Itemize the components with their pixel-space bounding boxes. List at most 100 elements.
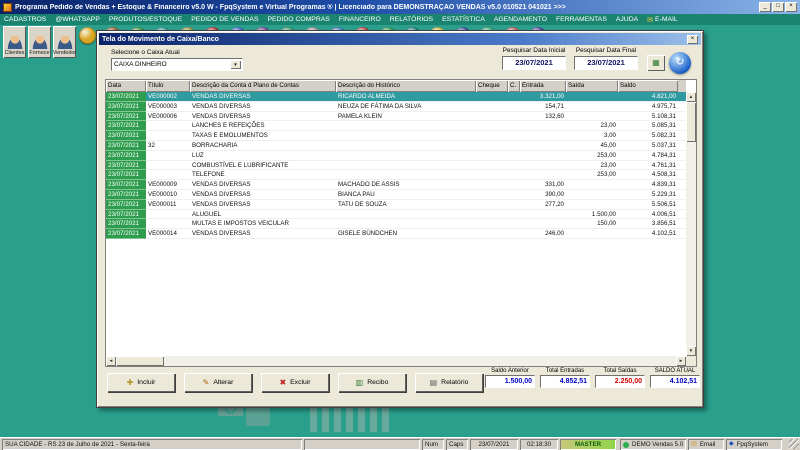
menu-item[interactable]: AGENDAMENTO	[494, 16, 547, 23]
statusbar: SUA CIDADE - RS 23 de Julho de 2021 - Se…	[0, 437, 800, 450]
menu-item[interactable]: PEDIDO COMPRAS	[268, 16, 330, 23]
dialog-titlebar[interactable]: Tela do Movimento de Caixa/Banco ×	[99, 33, 701, 45]
table-row[interactable]: 23/07/2021 VE000010 VENDAS DIVERSAS BIAN…	[106, 189, 686, 200]
cell-entrada	[520, 161, 566, 171]
column-header[interactable]: Descrição do Histórico	[336, 80, 476, 92]
cell-cheque	[476, 102, 508, 112]
incluir-button[interactable]: ✚ Incluir	[107, 373, 175, 392]
cell-saldo: 4.006,51	[651, 210, 676, 218]
cell-titulo: 32	[148, 141, 155, 149]
cell-saida	[566, 190, 618, 200]
resize-grip[interactable]	[789, 439, 799, 449]
table-row[interactable]: 23/07/2021 COMBUSTÍVEL E LUBRIFICANTE 23…	[106, 160, 686, 171]
cell-conta: VENDAS DIVERSAS	[192, 93, 251, 100]
column-header[interactable]: Entrada	[520, 80, 566, 92]
menubar: CADASTROS @WHATSAPP PRODUTOS/ESTOQUE PEDIDO…	[0, 14, 800, 25]
window-titlebar[interactable]: Programa Pedido de Vendas + Estoque & Fi…	[0, 0, 800, 14]
toolbar-icon[interactable]	[79, 27, 96, 44]
cell-titulo: VE000003	[148, 102, 177, 110]
table-row[interactable]: 23/07/2021 VE000006 VENDAS DIVERSAS PAME…	[106, 111, 686, 122]
cell-conta: VENDAS DIVERSAS	[192, 230, 251, 238]
menu-item[interactable]: ESTATÍSTICA	[442, 16, 485, 23]
summary-value: 1.500,00	[485, 375, 535, 388]
horizontal-scroll-thumb[interactable]	[116, 356, 164, 366]
scroll-right-icon[interactable]: ►	[676, 356, 686, 366]
cell-saldo: 4.102,51	[651, 230, 676, 238]
person-icon	[31, 36, 48, 49]
scroll-up-icon[interactable]: ▲	[686, 92, 696, 102]
menu-item[interactable]: PRODUTOS/ESTOQUE	[109, 16, 182, 23]
recibo-button[interactable]: ▥ Recibo	[338, 373, 406, 392]
table-row[interactable]: 23/07/2021 TELEFONE 253,00 4.508,31	[106, 170, 686, 181]
status-time: 02:18:30	[520, 439, 558, 450]
table-row[interactable]: 23/07/2021 LANCHES E REFEIÇÕES 23,00 5.0…	[106, 121, 686, 132]
cell-saida	[566, 200, 618, 210]
menu-item[interactable]: FERRAMENTAS	[556, 16, 607, 23]
cell-conta: VENDAS DIVERSAS	[192, 181, 251, 189]
status-numlock: Num	[422, 439, 444, 450]
table-row[interactable]: 23/07/2021 ALUGUEL 1.500,00 4.006,51	[106, 209, 686, 220]
date-final-field[interactable]: 23/07/2021	[574, 56, 638, 70]
email-icon: ✉	[647, 16, 654, 24]
cell-cheque	[476, 210, 508, 220]
table-row[interactable]: 23/07/2021 VE000003 VENDAS DIVERSAS NEUZ…	[106, 101, 686, 112]
horizontal-scrollbar[interactable]: ◄ ►	[106, 356, 686, 366]
toolbar-big-button[interactable]: Vendedor	[53, 26, 76, 58]
table-row[interactable]: 23/07/2021 MULTAS E IMPOSTOS VEICULAR 15…	[106, 219, 686, 230]
column-header[interactable]: Título	[146, 80, 190, 92]
vertical-scrollbar[interactable]: ▲ ▼	[686, 92, 696, 356]
maximize-icon[interactable]: □	[772, 2, 784, 12]
column-header[interactable]: Saldo	[618, 80, 678, 92]
close-icon[interactable]: ×	[785, 2, 797, 12]
date-initial-field[interactable]: 23/07/2021	[502, 56, 566, 70]
cell-conta: MULTAS E IMPOSTOS VEICULAR	[192, 220, 289, 228]
menu-item[interactable]: PEDIDO DE VENDAS	[191, 16, 258, 23]
table-row[interactable]: 23/07/2021 VE000002 VENDAS DIVERSAS RICA…	[106, 92, 686, 102]
table-row[interactable]: 23/07/2021 VE000014 VENDAS DIVERSAS GISE…	[106, 229, 686, 239]
window-controls: _ □ ×	[759, 2, 797, 12]
menu-email-label: E-MAIL	[655, 16, 678, 23]
excluir-button[interactable]: ✖ Excluir	[261, 373, 329, 392]
summary-value: 4.852,51	[540, 375, 590, 388]
refresh-button[interactable]: ↻	[669, 52, 691, 74]
cell-entrada: 132,60	[545, 112, 564, 120]
menu-item[interactable]: FINANCEIRO	[339, 16, 381, 23]
cell-historico	[336, 170, 476, 180]
license-icon	[623, 441, 629, 448]
table-body: 23/07/2021 VE000002 VENDAS DIVERSAS RICA…	[106, 92, 686, 356]
menu-item[interactable]: RELATÓRIOS	[390, 16, 433, 23]
menu-item-email[interactable]: ✉ E-MAIL	[647, 16, 678, 24]
cell-saida	[566, 229, 618, 239]
alterar-button[interactable]: ✎ Alterar	[184, 373, 252, 392]
cell-saldo: 5.506,51	[651, 200, 676, 208]
table-row[interactable]: 23/07/2021 TAXAS E EMOLUMENTOS 3,00 5.08…	[106, 131, 686, 141]
column-header[interactable]: Saída	[566, 80, 618, 92]
cell-titulo: VE000011	[148, 200, 177, 208]
column-header[interactable]: Cheque	[476, 80, 508, 92]
table-row[interactable]: 23/07/2021 VE000009 VENDAS DIVERSAS MACH…	[106, 180, 686, 190]
cell-entrada: 390,00	[545, 190, 564, 198]
table-row[interactable]: 23/07/2021 VE000011 VENDAS DIVERSAS TATU…	[106, 199, 686, 210]
column-header[interactable]: Data	[106, 80, 146, 92]
chevron-down-icon[interactable]: ▼	[230, 60, 241, 69]
relatorio-button[interactable]: ▤ Relatório	[415, 373, 483, 392]
menu-item[interactable]: AJUDA	[616, 16, 638, 23]
export-grid-button[interactable]: ▦	[647, 55, 665, 71]
summary-label: Total Entradas	[545, 368, 585, 374]
column-header[interactable]: Descrição da Conta d Plano de Contas	[190, 80, 336, 92]
toolbar-big-button[interactable]: Fornece	[28, 26, 51, 58]
table-row[interactable]: 23/07/2021 LUZ 253,00 4.784,31	[106, 150, 686, 161]
cell-titulo	[146, 170, 190, 180]
menu-item[interactable]: CADASTROS	[4, 16, 46, 23]
table-row[interactable]: 23/07/2021 32 BORRACHARIA 45,00 5.037,31	[106, 140, 686, 151]
dialog-close-icon[interactable]: ×	[687, 34, 698, 44]
caixa-select[interactable]: CAIXA DINHEIRO ▼	[111, 58, 243, 71]
toolbar-big-button[interactable]: Clientes	[3, 26, 26, 58]
column-header[interactable]: C.	[508, 80, 520, 92]
scroll-down-icon[interactable]: ▼	[686, 346, 696, 356]
cell-saldo: 4.839,31	[651, 181, 676, 189]
vertical-scroll-thumb[interactable]	[686, 102, 696, 142]
minimize-icon[interactable]: _	[759, 2, 771, 12]
scroll-left-icon[interactable]: ◄	[106, 356, 116, 366]
menu-item[interactable]: @WHATSAPP	[55, 16, 100, 23]
